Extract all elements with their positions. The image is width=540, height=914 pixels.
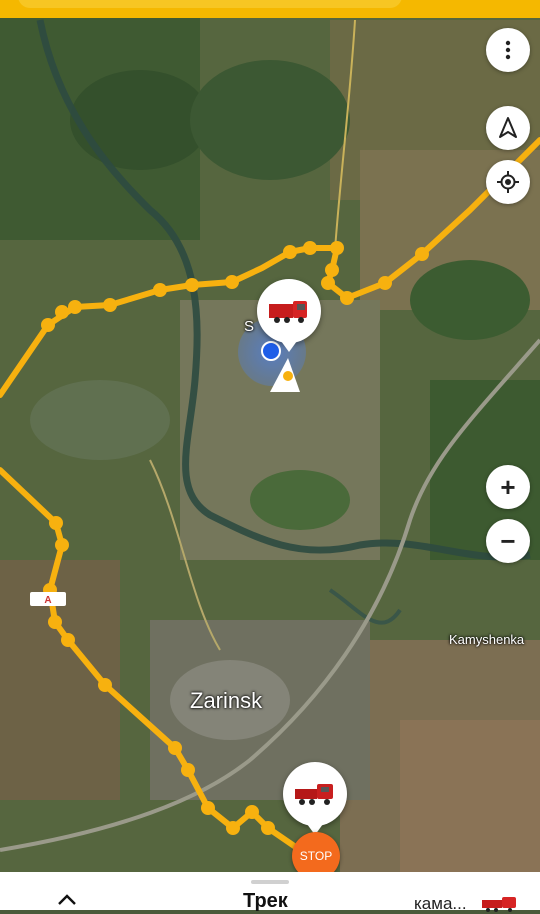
vehicle-start-marker[interactable] bbox=[283, 762, 347, 835]
my-location-dot bbox=[261, 341, 281, 361]
top-search-pill[interactable] bbox=[18, 0, 402, 8]
place-label-zarinsk: Zarinsk bbox=[190, 688, 263, 713]
vehicle-marker[interactable] bbox=[257, 279, 321, 352]
terrain-patches bbox=[0, 0, 540, 880]
zoom-out-label: − bbox=[500, 526, 516, 556]
red-truck-icon bbox=[269, 301, 307, 323]
compass-button[interactable] bbox=[486, 106, 530, 150]
more-options-button[interactable] bbox=[486, 28, 530, 72]
svg-text:A: A bbox=[44, 595, 51, 606]
zoom-in-button[interactable]: + bbox=[486, 465, 530, 509]
navigation-arrow-icon bbox=[499, 117, 517, 138]
red-truck-icon bbox=[482, 897, 516, 912]
my-location-icon bbox=[497, 171, 519, 193]
satellite-map[interactable]: A bbox=[0, 0, 540, 910]
my-location-button[interactable] bbox=[486, 160, 530, 204]
red-truck-icon bbox=[295, 784, 333, 805]
tab-vehicle[interactable]: кама... bbox=[414, 894, 467, 914]
more-vert-icon bbox=[505, 40, 511, 60]
zoom-out-button[interactable]: − bbox=[486, 519, 530, 563]
sheet-drag-handle[interactable] bbox=[251, 880, 289, 884]
zoom-in-label: + bbox=[500, 472, 516, 502]
place-label-kamyshenka: Kamyshenka bbox=[449, 632, 525, 647]
chevron-up-icon[interactable] bbox=[54, 888, 80, 910]
